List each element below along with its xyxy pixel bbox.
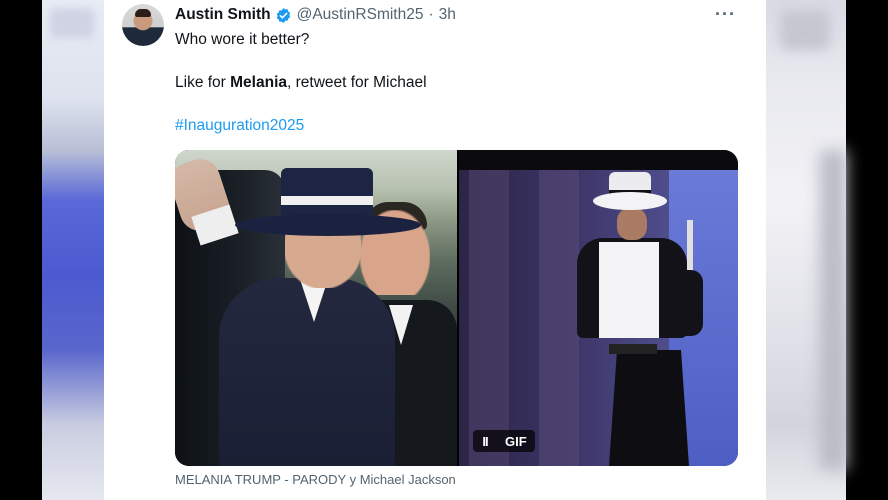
author-name[interactable]: Austin Smith [175, 6, 271, 24]
curtain-shape [469, 170, 509, 466]
coat-shape [219, 278, 395, 466]
pause-icon[interactable]: II [473, 430, 497, 452]
hat-brim-shape [593, 192, 667, 210]
tweet-header: Austin Smith @AustinRSmith25 · 3h [175, 5, 456, 25]
photo-melania[interactable] [175, 150, 457, 466]
author-handle[interactable]: @AustinRSmith25 [297, 6, 424, 24]
line2-suffix: , retweet for Michael [287, 74, 427, 91]
media-caption: MELANIA TRUMP - PARODY y Michael Jackson [175, 472, 456, 487]
face-shape [285, 230, 361, 288]
shirt-shape [599, 242, 659, 338]
timestamp[interactable]: 3h [439, 6, 456, 24]
hat-band-shape [281, 196, 373, 205]
hat-brim-shape [235, 214, 421, 236]
separator-dot: · [428, 6, 434, 23]
verified-badge-icon [276, 7, 290, 23]
hashtag-link[interactable]: #Inauguration2025 [175, 117, 304, 135]
background-blur [50, 8, 94, 38]
gif-badge: GIF [497, 430, 535, 452]
belt-shape [609, 344, 657, 354]
media-grid[interactable]: II GIF [175, 150, 738, 466]
avatar[interactable] [122, 4, 164, 46]
tweet-card[interactable]: Austin Smith @AustinRSmith25 · 3h ··· Wh… [104, 0, 766, 500]
background-left-panel [42, 0, 104, 500]
background-blur [820, 150, 846, 470]
pants-shape [609, 350, 689, 466]
line2-bold: Melania [230, 74, 287, 91]
avatar-hair [135, 9, 151, 17]
more-horizontal-icon[interactable]: ··· [715, 4, 736, 25]
tweet-text-line2: Like for Melania, retweet for Michael [175, 74, 427, 92]
background-blur [780, 10, 830, 50]
gif-michael[interactable]: II GIF [459, 150, 738, 466]
line2-prefix: Like for [175, 74, 231, 91]
face-shape [617, 208, 647, 240]
tweet-text-line1: Who wore it better? [175, 31, 310, 48]
stage-top [459, 150, 738, 170]
arm-shape [673, 270, 703, 336]
gif-controls: II GIF [473, 430, 535, 452]
curtain-shape [539, 170, 579, 466]
